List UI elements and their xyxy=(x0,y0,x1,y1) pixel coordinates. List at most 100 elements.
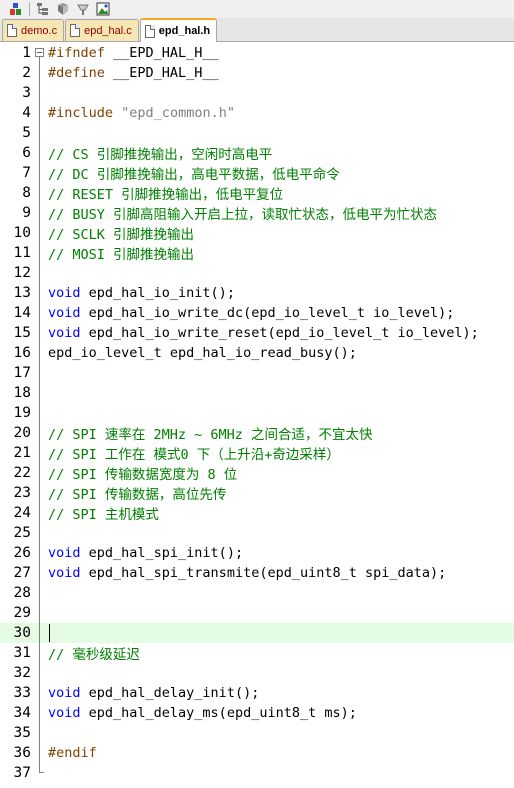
code-line[interactable]: 6 // CS 引脚推挽输出，空闲时高电平 xyxy=(0,143,514,163)
line-number: 1 xyxy=(22,45,31,61)
line-number: 28 xyxy=(13,585,31,601)
line-number: 8 xyxy=(22,185,31,201)
fold-gutter xyxy=(34,663,46,683)
code-line[interactable]: 4 #include "epd_common.h" xyxy=(0,103,514,123)
code-line[interactable]: 13 void epd_hal_io_init(); xyxy=(0,283,514,303)
bookmark-icon[interactable] xyxy=(75,1,91,17)
tab-demo-c[interactable]: demo.c xyxy=(2,19,65,41)
code-line[interactable]: 24 // SPI 主机模式 xyxy=(0,503,514,523)
code-text: // SPI 传输数据，高位先传 xyxy=(48,487,227,503)
line-number: 20 xyxy=(13,425,31,441)
code-line[interactable]: 37 xyxy=(0,763,514,783)
fold-gutter xyxy=(34,403,46,423)
line-number: 11 xyxy=(13,245,31,261)
shapes-icon[interactable] xyxy=(8,1,24,17)
line-number: 26 xyxy=(13,545,31,561)
code-line[interactable]: 35 xyxy=(0,723,514,743)
code-line[interactable]: 30 xyxy=(0,623,514,643)
line-number: 16 xyxy=(13,345,31,361)
fold-gutter[interactable]: − xyxy=(34,43,46,63)
code-text: void epd_hal_delay_ms(epd_uint8_t ms); xyxy=(48,705,357,721)
line-number: 34 xyxy=(13,705,31,721)
fold-gutter xyxy=(34,143,46,163)
line-number: 4 xyxy=(22,105,31,121)
code-text: #define __EPD_HAL_H__ xyxy=(48,65,219,81)
code-line[interactable]: 7 // DC 引脚推挽输出，高电平数据，低电平命令 xyxy=(0,163,514,183)
code-text: // MOSI 引脚推挽输出 xyxy=(48,247,195,263)
fold-gutter xyxy=(34,643,46,663)
line-number: 33 xyxy=(13,685,31,701)
fold-gutter xyxy=(34,383,46,403)
header-file-icon xyxy=(144,24,155,38)
fold-gutter xyxy=(34,523,46,543)
code-line[interactable]: 8 // RESET 引脚推挽输出，低电平复位 xyxy=(0,183,514,203)
code-line[interactable]: 25 xyxy=(0,523,514,543)
tab-epd-hal-c[interactable]: epd_hal.c xyxy=(65,19,139,41)
code-line[interactable]: 19 xyxy=(0,403,514,423)
line-number: 23 xyxy=(13,485,31,501)
code-line[interactable]: 31 // 毫秒级延迟 xyxy=(0,643,514,663)
fold-gutter xyxy=(34,683,46,703)
code-line[interactable]: 23 // SPI 传输数据，高位先传 xyxy=(0,483,514,503)
code-line[interactable]: 32 xyxy=(0,663,514,683)
code-line[interactable]: 3 xyxy=(0,83,514,103)
code-line[interactable]: 34 void epd_hal_delay_ms(epd_uint8_t ms); xyxy=(0,703,514,723)
tab-epd-hal-h[interactable]: epd_hal.h xyxy=(139,18,218,42)
tab-label: epd_hal.h xyxy=(158,25,211,37)
code-line[interactable]: 26 void epd_hal_spi_init(); xyxy=(0,543,514,563)
code-text: #ifndef __EPD_HAL_H__ xyxy=(48,45,219,61)
fold-gutter xyxy=(34,263,46,283)
code-line[interactable]: 15 void epd_hal_io_write_reset(epd_io_lev… xyxy=(0,323,514,343)
text-caret xyxy=(49,624,50,642)
tree-outline-icon[interactable] xyxy=(35,1,51,17)
code-text: void epd_hal_io_write_dc(epd_io_level_t … xyxy=(48,305,455,321)
code-text: void epd_hal_delay_init(); xyxy=(48,685,260,701)
code-line[interactable]: 29 xyxy=(0,603,514,623)
code-editor[interactable]: 1− #ifndef __EPD_HAL_H__ 2 #define __EPD_HA… xyxy=(0,43,514,788)
code-line[interactable]: 10 // SCLK 引脚推挽输出 xyxy=(0,223,514,243)
fold-collapse-icon[interactable]: − xyxy=(35,48,44,57)
code-line[interactable]: 33 void epd_hal_delay_init(); xyxy=(0,683,514,703)
fold-gutter xyxy=(34,323,46,343)
line-number: 22 xyxy=(13,465,31,481)
code-line[interactable]: 1− #ifndef __EPD_HAL_H__ xyxy=(0,43,514,63)
code-line[interactable]: 22 // SPI 传输数据宽度为 8 位 xyxy=(0,463,514,483)
code-text: epd_io_level_t epd_hal_io_read_busy(); xyxy=(48,345,357,361)
code-line[interactable]: 2 #define __EPD_HAL_H__ xyxy=(0,63,514,83)
code-line[interactable]: 20 // SPI 速率在 2MHz ~ 6MHz 之间合适，不宜太快 xyxy=(0,423,514,443)
fold-gutter xyxy=(34,623,46,643)
code-line[interactable]: 11 // MOSI 引脚推挽输出 xyxy=(0,243,514,263)
code-text: // 毫秒级延迟 xyxy=(48,647,140,663)
code-text: // SCLK 引脚推挽输出 xyxy=(48,227,195,243)
code-line[interactable]: 27 void epd_hal_spi_transmite(epd_uint8_t… xyxy=(0,563,514,583)
fold-end-marker xyxy=(39,772,44,773)
image-icon[interactable] xyxy=(95,1,111,17)
cursor-icon[interactable] xyxy=(55,1,71,17)
fold-gutter xyxy=(34,123,46,143)
fold-gutter xyxy=(34,483,46,503)
line-number: 27 xyxy=(13,565,31,581)
code-line[interactable]: 5 xyxy=(0,123,514,143)
code-text: // DC 引脚推挽输出，高电平数据，低电平命令 xyxy=(48,167,340,183)
line-number: 21 xyxy=(13,445,31,461)
code-text: void epd_hal_spi_init(); xyxy=(48,545,244,561)
line-number: 24 xyxy=(13,505,31,521)
fold-gutter xyxy=(34,83,46,103)
code-line[interactable]: 14 void epd_hal_io_write_dc(epd_io_level_… xyxy=(0,303,514,323)
code-line[interactable]: 18 xyxy=(0,383,514,403)
code-line[interactable]: 28 xyxy=(0,583,514,603)
code-line[interactable]: 16 epd_io_level_t epd_hal_io_read_busy(); xyxy=(0,343,514,363)
line-number: 6 xyxy=(22,145,31,161)
fold-gutter xyxy=(34,343,46,363)
code-line[interactable]: 12 xyxy=(0,263,514,283)
code-text: // SPI 工作在 模式0 下（上升沿+奇边采样） xyxy=(48,447,340,463)
fold-gutter xyxy=(34,763,46,783)
code-line[interactable]: 36 #endif xyxy=(0,743,514,763)
code-line[interactable]: 17 xyxy=(0,363,514,383)
code-text: // BUSY 引脚高阻输入开启上拉，读取忙状态，低电平为忙状态 xyxy=(48,207,438,223)
code-line[interactable]: 9 // BUSY 引脚高阻输入开启上拉，读取忙状态，低电平为忙状态 xyxy=(0,203,514,223)
code-line[interactable]: 21 // SPI 工作在 模式0 下（上升沿+奇边采样） xyxy=(0,443,514,463)
code-text: // RESET 引脚推挽输出，低电平复位 xyxy=(48,187,284,203)
line-number: 31 xyxy=(13,645,31,661)
line-number: 14 xyxy=(13,305,31,321)
